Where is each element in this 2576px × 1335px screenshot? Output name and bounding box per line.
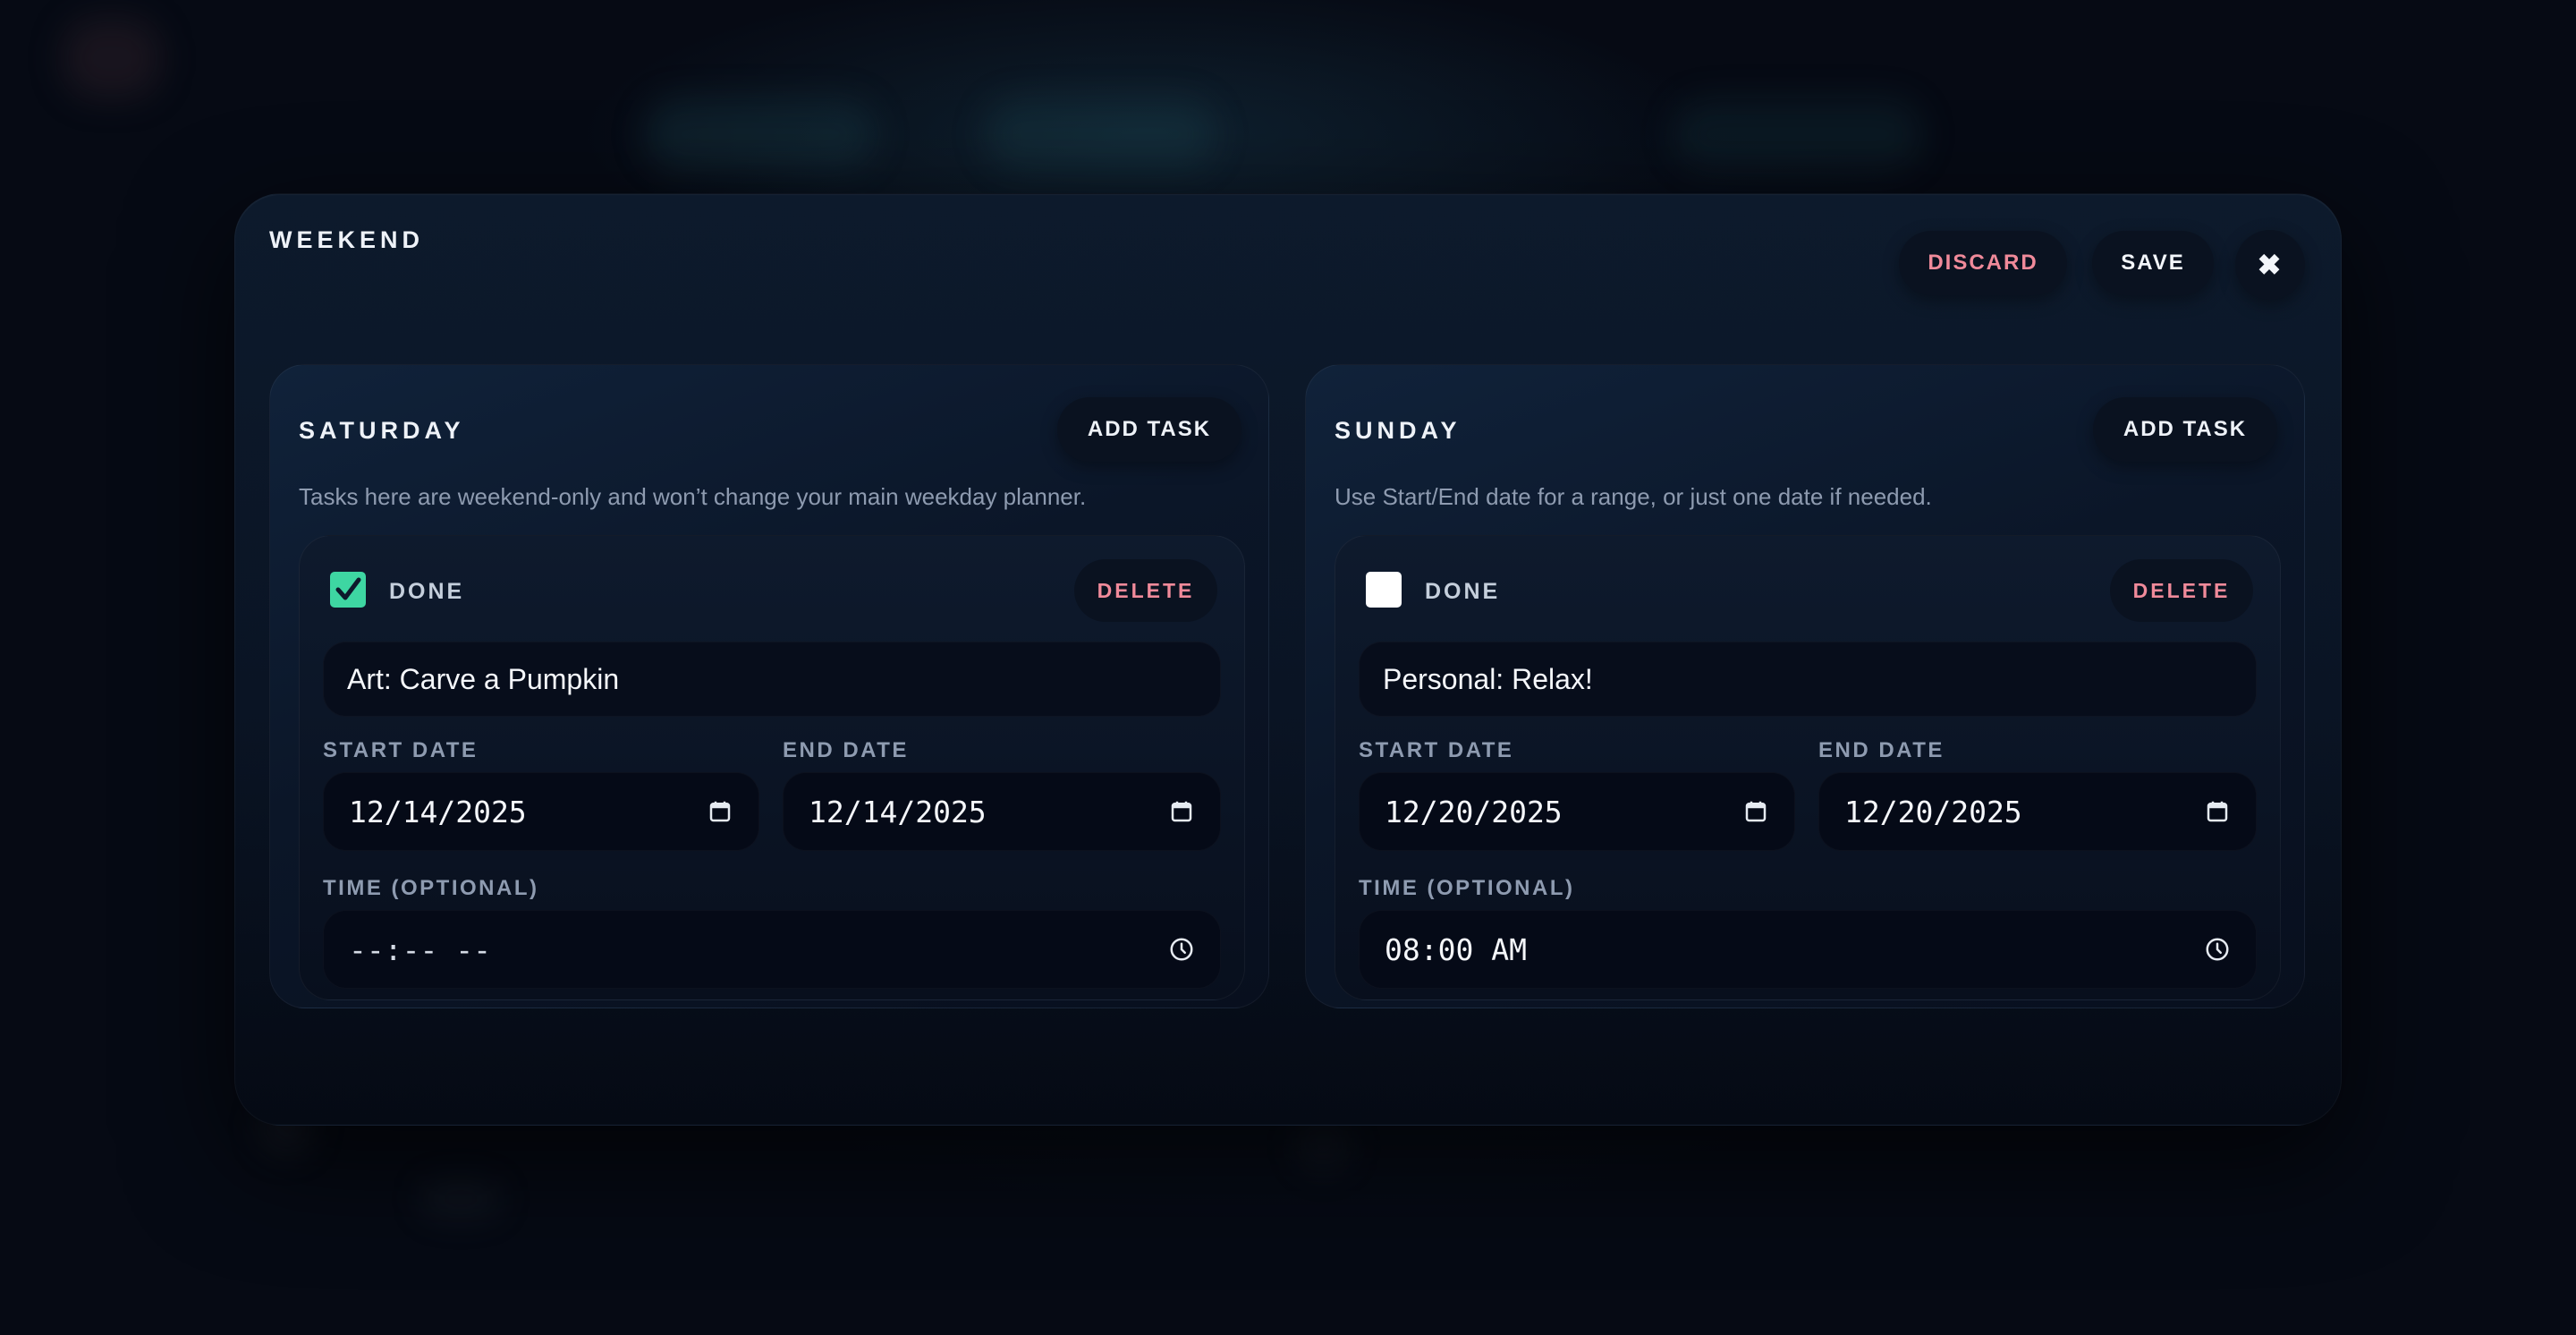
day-card-sunday: SUNDAY ADD TASK Use Start/End date for a… <box>1305 364 2305 1008</box>
delete-task-button[interactable]: DELETE <box>2110 559 2253 622</box>
task-card: DONE DELETE Art: Carve a Pumpkin START D… <box>299 535 1245 1000</box>
discard-button[interactable]: DISCARD <box>1899 231 2067 295</box>
modal-title: WEEKEND <box>269 226 425 253</box>
save-button[interactable]: SAVE <box>2092 231 2214 295</box>
end-date-value: 12/20/2025 <box>1844 794 2022 829</box>
start-date-label: START DATE <box>323 738 479 762</box>
time-value: 08:00 AM <box>1385 931 1527 967</box>
task-card: DONE DELETE Personal: Relax! START DATE … <box>1335 535 2281 1000</box>
background-blur-shape <box>1297 1118 1351 1172</box>
add-task-button[interactable]: ADD TASK <box>1057 397 1241 462</box>
day-description: Use Start/End date for a range, or just … <box>1335 483 1932 510</box>
clock-icon[interactable] <box>1168 936 1195 963</box>
start-date-label: START DATE <box>1359 738 1514 762</box>
weekend-modal: WEEKEND DISCARD SAVE ✖ SATURDAY ADD TASK… <box>234 193 2342 1126</box>
calendar-icon[interactable] <box>707 798 733 825</box>
close-icon: ✖ <box>2257 249 2284 281</box>
start-date-input[interactable]: 12/14/2025 <box>323 772 759 851</box>
time-value: --:-- -- <box>349 931 491 967</box>
day-title: SUNDAY <box>1335 417 1462 444</box>
done-label: DONE <box>1425 579 1501 604</box>
end-date-label: END DATE <box>783 738 909 762</box>
clock-icon[interactable] <box>2204 936 2231 963</box>
time-label: TIME (OPTIONAL) <box>323 876 539 900</box>
end-date-input[interactable]: 12/20/2025 <box>1818 772 2257 851</box>
background-blur-shape <box>420 1181 501 1217</box>
start-date-input[interactable]: 12/20/2025 <box>1359 772 1795 851</box>
day-title: SATURDAY <box>299 417 465 444</box>
calendar-icon[interactable] <box>1742 798 1769 825</box>
delete-task-button[interactable]: DELETE <box>1074 559 1217 622</box>
background-blur-shape <box>63 18 161 98</box>
end-date-label: END DATE <box>1818 738 1945 762</box>
end-date-input[interactable]: 12/14/2025 <box>783 772 1221 851</box>
day-description: Tasks here are weekend-only and won’t ch… <box>299 483 1087 510</box>
add-task-button[interactable]: ADD TASK <box>2093 397 2277 462</box>
done-checkbox[interactable] <box>330 572 366 608</box>
time-input[interactable]: --:-- -- <box>323 910 1221 989</box>
calendar-icon[interactable] <box>2204 798 2231 825</box>
calendar-icon[interactable] <box>1168 798 1195 825</box>
end-date-value: 12/14/2025 <box>809 794 987 829</box>
day-card-saturday: SATURDAY ADD TASK Tasks here are weekend… <box>269 364 1269 1008</box>
start-date-value: 12/20/2025 <box>1385 794 1563 829</box>
task-title-input[interactable]: Art: Carve a Pumpkin <box>323 642 1221 717</box>
background-blur-shape <box>644 98 877 170</box>
start-date-value: 12/14/2025 <box>349 794 527 829</box>
background-blur-shape <box>984 98 1216 170</box>
time-label: TIME (OPTIONAL) <box>1359 876 1575 900</box>
close-button[interactable]: ✖ <box>2235 230 2305 300</box>
done-label: DONE <box>389 579 465 604</box>
background-blur-shape <box>1673 98 1923 170</box>
done-checkbox[interactable] <box>1366 572 1402 608</box>
time-input[interactable]: 08:00 AM <box>1359 910 2257 989</box>
task-title-input[interactable]: Personal: Relax! <box>1359 642 2257 717</box>
checkmark-icon <box>335 577 361 600</box>
